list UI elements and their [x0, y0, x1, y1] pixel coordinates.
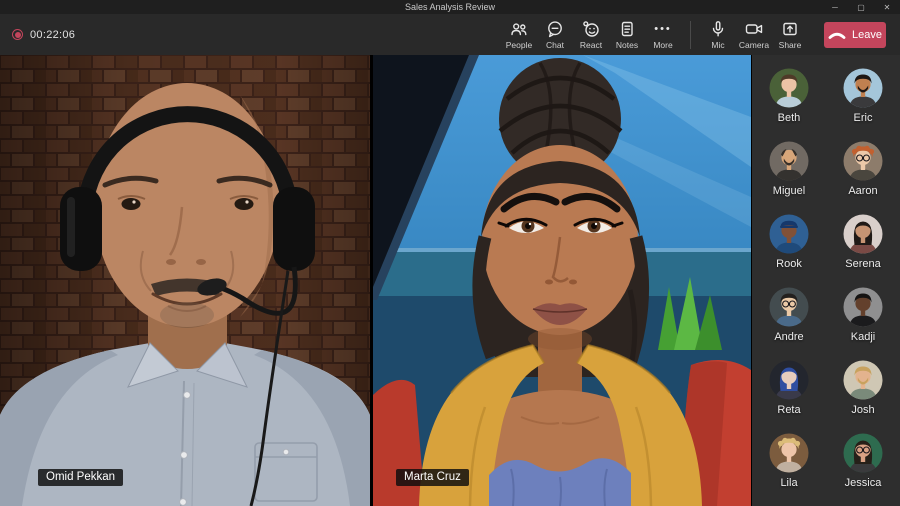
participant-name: Beth	[778, 112, 801, 124]
meeting-timer: 00:22:06	[30, 29, 75, 41]
react-icon	[581, 19, 601, 39]
participant-josh[interactable]: Josh	[830, 360, 896, 433]
participants-sidebar: Beth Eric Miguel Aaron Rook Serena Andre Kadji R…	[752, 55, 900, 506]
participant-name: Andre	[774, 331, 803, 343]
maximize-icon[interactable]: ▢	[848, 0, 874, 14]
react-label: React	[580, 40, 602, 50]
participant-name: Reta	[777, 404, 800, 416]
chat-button[interactable]: Chat	[537, 19, 573, 50]
toolbar-buttons: People Chat React Notes •••More Mic Camera Sha…	[501, 19, 890, 50]
participant-andre[interactable]: Andre	[756, 287, 822, 360]
participant-jessica[interactable]: Jessica	[830, 433, 896, 506]
avatar	[769, 287, 809, 327]
toolbar-divider	[690, 21, 691, 49]
avatar	[769, 141, 809, 181]
mic-label: Mic	[711, 40, 724, 50]
camera-icon	[744, 19, 764, 39]
react-button[interactable]: React	[573, 19, 609, 50]
participant-lila[interactable]: Lila	[756, 433, 822, 506]
avatar	[843, 287, 883, 327]
participant-name: Kadji	[851, 331, 875, 343]
camera-label: Camera	[739, 40, 769, 50]
participant-aaron[interactable]: Aaron	[830, 141, 896, 214]
share-button[interactable]: Share	[772, 19, 808, 50]
avatar	[843, 214, 883, 254]
notes-icon	[617, 19, 637, 39]
notes-label: Notes	[616, 40, 638, 50]
participant-name: Aaron	[848, 185, 877, 197]
more-icon: •••	[654, 19, 672, 39]
mic-button[interactable]: Mic	[700, 19, 736, 50]
leave-button[interactable]: Leave	[824, 22, 886, 48]
avatar	[769, 68, 809, 108]
avatar	[843, 360, 883, 400]
chat-icon	[545, 19, 565, 39]
participant-name-label: Marta Cruz	[396, 469, 469, 486]
participant-kadji[interactable]: Kadji	[830, 287, 896, 360]
participant-rook[interactable]: Rook	[756, 214, 822, 287]
share-label: Share	[779, 40, 802, 50]
avatar	[769, 360, 809, 400]
recording-timer-group: 00:22:06	[12, 29, 75, 41]
toolbar-left-group: People Chat React Notes •••More	[501, 19, 681, 50]
video-tile-marta[interactable]: Marta Cruz	[373, 55, 751, 506]
participant-name: Josh	[851, 404, 874, 416]
people-icon	[509, 19, 529, 39]
participants-grid: Beth Eric Miguel Aaron Rook Serena Andre Kadji R…	[752, 55, 900, 506]
participant-name: Jessica	[845, 477, 882, 489]
participant-eric[interactable]: Eric	[830, 68, 896, 141]
participant-serena[interactable]: Serena	[830, 214, 896, 287]
participant-name: Lila	[780, 477, 797, 489]
omid-video	[0, 55, 370, 506]
close-icon[interactable]: ✕	[874, 0, 900, 14]
window-title: Sales Analysis Review	[0, 0, 900, 14]
avatar	[843, 68, 883, 108]
hangup-icon	[828, 28, 846, 41]
participant-name: Eric	[854, 112, 873, 124]
video-tile-omid[interactable]: Omid Pekkan	[0, 55, 370, 506]
participant-name-label: Omid Pekkan	[38, 469, 123, 486]
participant-reta[interactable]: Reta	[756, 360, 822, 433]
more-label: More	[653, 40, 672, 50]
mic-icon	[708, 19, 728, 39]
meeting-toolbar: 00:22:06 People Chat React Notes •••More Mic…	[0, 14, 900, 55]
avatar	[769, 214, 809, 254]
titlebar: Sales Analysis Review ─ ▢ ✕	[0, 0, 900, 14]
participant-name: Serena	[845, 258, 880, 270]
avatar	[843, 433, 883, 473]
more-button[interactable]: •••More	[645, 19, 681, 50]
participant-name: Miguel	[773, 185, 805, 197]
share-icon	[780, 19, 800, 39]
notes-button[interactable]: Notes	[609, 19, 645, 50]
camera-button[interactable]: Camera	[736, 19, 772, 50]
minimize-icon[interactable]: ─	[822, 0, 848, 14]
leave-label: Leave	[852, 29, 882, 41]
toolbar-device-group: Mic Camera Share	[700, 19, 808, 50]
avatar	[769, 433, 809, 473]
participant-miguel[interactable]: Miguel	[756, 141, 822, 214]
marta-video	[373, 55, 751, 506]
video-stage: Omid Pekkan	[0, 55, 900, 506]
chat-label: Chat	[546, 40, 564, 50]
teams-meeting-window: Sales Analysis Review ─ ▢ ✕ 00:22:06 Peo…	[0, 0, 900, 506]
window-controls: ─ ▢ ✕	[822, 0, 900, 14]
record-icon	[12, 29, 23, 40]
avatar	[843, 141, 883, 181]
people-button[interactable]: People	[501, 19, 537, 50]
participant-name: Rook	[776, 258, 802, 270]
people-label: People	[506, 40, 532, 50]
participant-beth[interactable]: Beth	[756, 68, 822, 141]
